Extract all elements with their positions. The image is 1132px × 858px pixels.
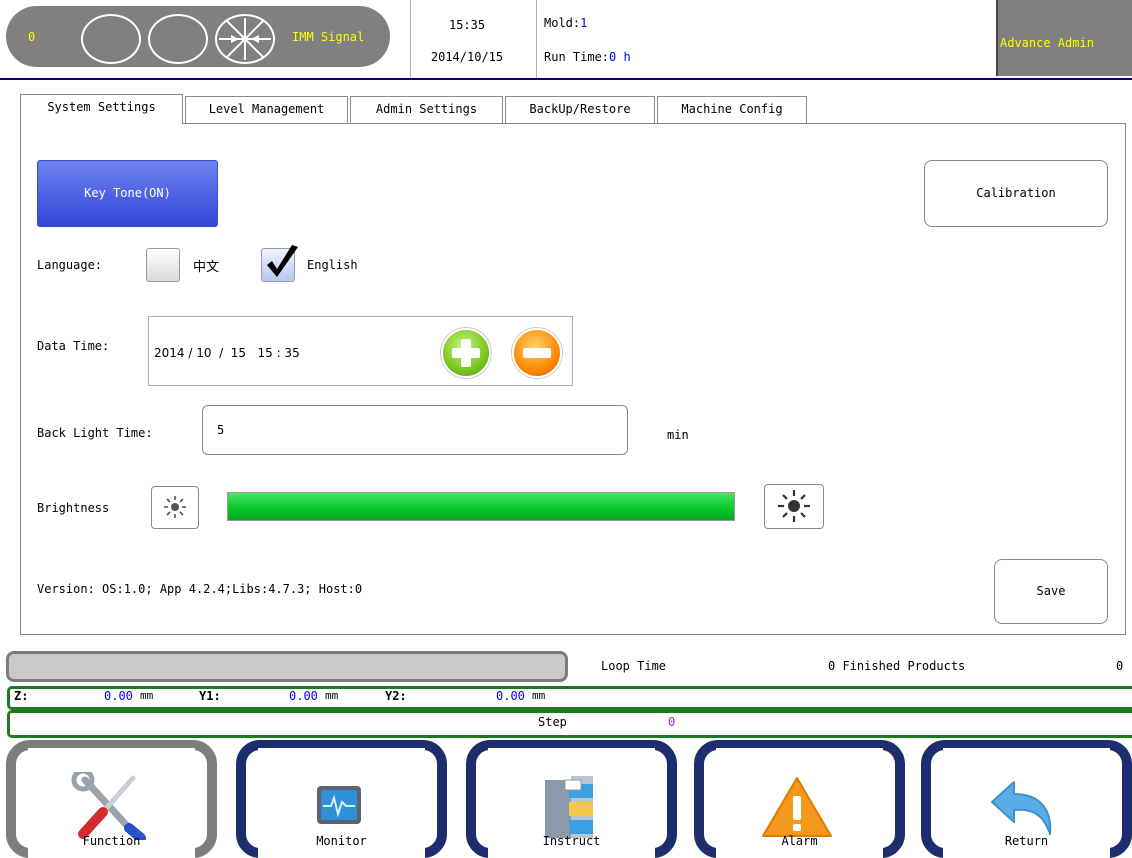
signal-indicator-2 xyxy=(148,14,208,64)
nav-instruct-button[interactable]: Instruct xyxy=(466,740,677,858)
date-time-label: Data Time: xyxy=(37,339,110,353)
imm-signal-label: IMM Signal xyxy=(292,30,365,44)
brightness-down-button[interactable] xyxy=(151,486,199,529)
axis-y2-unit: mm xyxy=(532,689,546,702)
step-label: Step xyxy=(538,715,567,729)
tab-admin-settings[interactable]: Admin Settings xyxy=(350,96,503,123)
finished-products-label: 0 Finished Products xyxy=(828,659,966,673)
sun-large-icon xyxy=(778,490,810,522)
nav-monitor-label: Monitor xyxy=(316,834,367,848)
cycle-progress-bar xyxy=(6,651,568,682)
save-button[interactable]: Save xyxy=(994,559,1108,624)
nav-function-button[interactable]: Function xyxy=(6,740,217,858)
run-time-value: 0 h xyxy=(609,50,631,64)
file-cabinet-icon xyxy=(545,776,593,838)
step-bar xyxy=(7,710,1132,738)
axis-y1-label: Y1: xyxy=(199,689,221,703)
increment-button[interactable] xyxy=(441,328,491,378)
monitor-icon xyxy=(317,786,361,824)
key-tone-button[interactable]: Key Tone(ON) xyxy=(37,160,218,227)
decrement-button[interactable] xyxy=(512,328,562,378)
sun-small-icon xyxy=(164,496,186,518)
brightness-label: Brightness xyxy=(37,501,110,515)
brightness-slider[interactable] xyxy=(227,492,735,521)
version-info: Version: OS:1.0; App 4.2.4;Libs:4.7.3; H… xyxy=(37,582,363,596)
nav-monitor-button[interactable]: Monitor xyxy=(236,740,447,858)
header-divider xyxy=(536,0,537,78)
tab-backup-restore[interactable]: BackUp/Restore xyxy=(505,96,655,123)
mold-label: Mold: xyxy=(544,16,581,30)
back-light-unit: min xyxy=(667,428,689,442)
run-time-info: Run Time:0 h xyxy=(544,50,631,64)
minus-icon xyxy=(523,348,551,358)
nav-return-button[interactable]: Return xyxy=(921,740,1132,858)
nav-alarm-button[interactable]: Alarm xyxy=(694,740,905,858)
tab-level-management[interactable]: Level Management xyxy=(185,96,348,123)
header-rule xyxy=(0,78,1132,80)
nav-instruct-label: Instruct xyxy=(542,834,601,848)
calibration-button[interactable]: Calibration xyxy=(924,160,1108,227)
tab-system-settings[interactable]: System Settings xyxy=(20,94,183,124)
warning-icon xyxy=(762,777,832,837)
tab-machine-config[interactable]: Machine Config xyxy=(657,96,807,123)
signal-indicator-1 xyxy=(81,14,141,64)
mold-value: 1 xyxy=(580,16,588,30)
plus-icon xyxy=(452,339,480,367)
checkmark-icon xyxy=(267,245,298,277)
date-time-value[interactable]: 2014 / 10 / 15 15 : 35 xyxy=(154,346,300,360)
user-level-label: Advance Admin xyxy=(1000,36,1094,50)
axis-z-label: Z: xyxy=(14,689,29,703)
back-light-input[interactable] xyxy=(202,405,628,455)
clock-time: 15:35 xyxy=(448,18,486,32)
language-label: Language: xyxy=(37,258,103,272)
nav-return-label: Return xyxy=(1004,834,1049,848)
language-chinese-label: 中文 xyxy=(193,260,220,275)
axis-y2-value: 0.00 xyxy=(496,689,525,703)
language-english-label: English xyxy=(307,258,358,272)
back-light-label: Back Light Time: xyxy=(37,426,153,440)
return-arrow-icon xyxy=(991,781,1052,835)
step-value: 0 xyxy=(668,715,676,729)
axis-y1-value: 0.00 xyxy=(289,689,318,703)
brightness-up-button[interactable] xyxy=(764,484,824,529)
axis-y2-label: Y2: xyxy=(385,689,407,703)
run-time-label: Run Time: xyxy=(544,50,610,64)
axis-position-bar xyxy=(7,686,1132,710)
header-divider xyxy=(410,0,411,78)
nav-function-label: Function xyxy=(82,834,141,848)
signal-count: 0 xyxy=(28,30,36,44)
imm-signal-icon xyxy=(215,14,275,64)
axis-z-unit: mm xyxy=(140,689,154,702)
language-chinese-checkbox[interactable] xyxy=(146,248,180,282)
clock-date: 2014/10/15 xyxy=(430,50,504,64)
language-english-checkbox[interactable] xyxy=(261,245,298,282)
nav-alarm-label: Alarm xyxy=(781,834,818,848)
axis-y1-unit: mm xyxy=(325,689,339,702)
tools-icon xyxy=(71,772,146,840)
mold-info: Mold:1 xyxy=(544,16,587,30)
loop-time-label: Loop Time xyxy=(601,659,667,673)
axis-z-value: 0.00 xyxy=(104,689,133,703)
brightness-level xyxy=(228,493,734,520)
finished-products-value: 0 xyxy=(1116,659,1124,673)
